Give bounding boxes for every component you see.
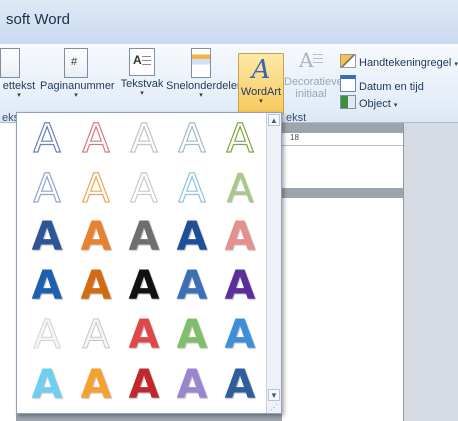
ribbon-button-label: Paginanummer (40, 80, 115, 92)
chevron-down-icon: ▾ (74, 92, 78, 99)
wordart-style-6-1[interactable]: A (23, 361, 71, 409)
chevron-down-icon: ▾ (140, 90, 144, 97)
wordart-style-3-4[interactable]: A (168, 213, 216, 261)
wordart-style-4-5[interactable]: A (216, 262, 264, 310)
chevron-down-icon: ▾ (393, 102, 398, 109)
signature-line-icon (340, 54, 356, 68)
ribbon-button-label: Snelonderdelen (166, 80, 244, 92)
wordart-style-1-3[interactable]: A (120, 115, 168, 163)
wordart-style-1-2[interactable]: A (72, 115, 120, 163)
ribbon-button-textbox[interactable]: A Tekstvak ▾ (118, 48, 166, 98)
wordart-style-2-4[interactable]: A (168, 165, 216, 213)
date-time-label: Datum en tijd (359, 81, 424, 93)
object-icon (340, 95, 356, 109)
wordart-style-3-2[interactable]: A (72, 213, 120, 261)
wordart-style-2-2[interactable]: A (72, 165, 120, 213)
wordart-style-3-3[interactable]: A (120, 213, 168, 261)
wordart-style-5-3[interactable]: A (120, 311, 168, 359)
wordart-icon: A (251, 55, 271, 85)
title-bar: soft Word (0, 0, 458, 44)
dropcap-icon: A (299, 48, 323, 74)
document-left-margin (0, 123, 16, 421)
ribbon-button-wordart[interactable]: A WordArt ▾ (238, 53, 284, 115)
ruler-marker: 18 (290, 133, 299, 142)
wordart-style-2-1[interactable]: A (23, 165, 71, 213)
textbox-icon: A (129, 48, 155, 76)
wordart-style-4-4[interactable]: A (168, 262, 216, 310)
wordart-style-3-5[interactable]: A (216, 213, 264, 261)
wordart-style-5-1[interactable]: A (23, 311, 71, 359)
ribbon-button-header[interactable]: ettekst ▾ (0, 48, 44, 100)
page-number-icon: # (64, 48, 88, 78)
signature-line-label: Handtekeningregel (359, 57, 452, 69)
chevron-down-icon: ▾ (199, 92, 203, 99)
ribbon-button-label: Tekstvak (120, 78, 164, 90)
wordart-style-1-1[interactable]: A (23, 115, 71, 163)
object-label: Object (359, 98, 391, 110)
date-time-button[interactable]: Datum en tijd (340, 75, 424, 93)
ribbon-button-label: ettekst (2, 80, 36, 92)
object-button[interactable]: Object ▾ (340, 95, 397, 110)
ribbon-button-label: Decoratieve (284, 76, 343, 88)
wordart-style-6-3[interactable]: A (120, 361, 168, 409)
wordart-style-5-2[interactable]: A (72, 311, 120, 359)
wordart-style-6-4[interactable]: A (168, 361, 216, 409)
wordart-style-6-5[interactable]: A (216, 361, 264, 409)
ribbon-button-page-number[interactable]: # Paginanummer ▾ (40, 48, 115, 100)
wordart-style-3-1[interactable]: A (23, 213, 71, 261)
wordart-style-4-2[interactable]: A (72, 262, 120, 310)
wordart-style-1-5[interactable]: A (216, 115, 264, 163)
chevron-down-icon: ▾ (454, 61, 458, 68)
document-page[interactable] (282, 198, 403, 421)
wordart-style-4-1[interactable]: A (23, 262, 71, 310)
chevron-down-icon: ▾ (259, 98, 263, 105)
window-title: soft Word (6, 11, 70, 28)
wordart-style-1-4[interactable]: A (168, 115, 216, 163)
wordart-style-2-3[interactable]: A (120, 165, 168, 213)
resize-grip-icon[interactable]: ⋰ (270, 403, 278, 412)
ribbon-button-label-2: initiaal (295, 88, 327, 100)
wordart-gallery: AAAAAAAAAAAAAAAAAAAAAAAAAAAAAA ▲ ▼ ⋰ (16, 112, 282, 414)
scroll-up-button[interactable]: ▲ (268, 114, 280, 126)
wordart-style-5-5[interactable]: A (216, 311, 264, 359)
wordart-style-2-5[interactable]: A (216, 165, 264, 213)
scroll-down-button[interactable]: ▼ (268, 389, 280, 401)
ribbon-button-quick-parts[interactable]: Snelonderdelen ▾ (166, 48, 244, 100)
navigation-pane (403, 123, 458, 421)
ribbon-button-label: WordArt (240, 86, 282, 98)
ribbon-button-drop-cap[interactable]: A Decoratieve initiaal (284, 48, 343, 100)
date-time-icon (340, 75, 356, 92)
page-icon (0, 48, 20, 78)
gallery-scrollbar[interactable]: ▲ ▼ ⋰ (266, 113, 281, 413)
wordart-style-6-2[interactable]: A (72, 361, 120, 409)
pane-divider (403, 123, 404, 421)
document-page-top[interactable] (282, 146, 403, 188)
wordart-style-5-4[interactable]: A (168, 311, 216, 359)
chevron-down-icon: ▾ (17, 92, 21, 99)
wordart-style-4-3[interactable]: A (120, 262, 168, 310)
quickparts-icon (191, 48, 211, 78)
signature-line-button[interactable]: Handtekeningregel ▾ (340, 54, 458, 69)
